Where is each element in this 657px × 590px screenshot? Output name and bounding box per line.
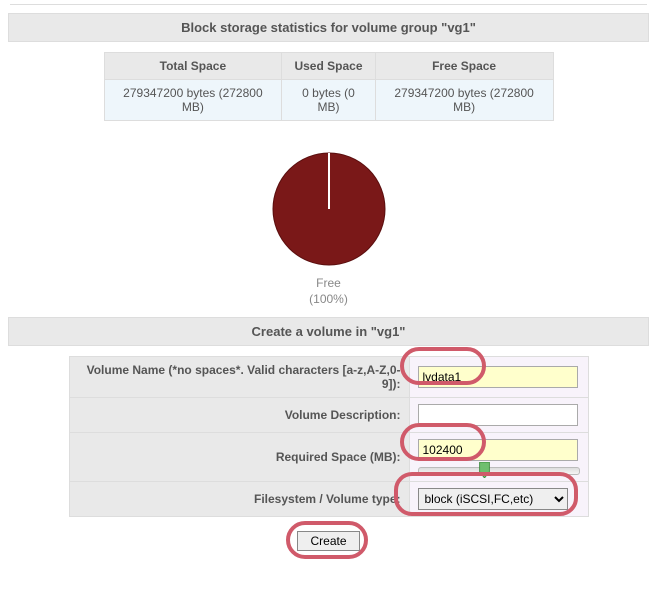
- create-button[interactable]: Create: [297, 531, 359, 551]
- pie-label-pct: (100%): [309, 292, 348, 306]
- pie-label-name: Free: [316, 276, 341, 290]
- stats-title: Block storage statistics for volume grou…: [181, 20, 476, 35]
- label-volume-name: Volume Name (*no spaces*. Valid characte…: [69, 357, 409, 398]
- val-used: 0 bytes (0 MB): [282, 80, 375, 121]
- col-free: Free Space: [375, 53, 553, 80]
- volume-type-select[interactable]: block (iSCSI,FC,etc): [418, 488, 568, 510]
- create-volume-form: Volume Name (*no spaces*. Valid characte…: [69, 356, 589, 517]
- label-volume-type: Filesystem / Volume type:: [69, 482, 409, 517]
- val-free: 279347200 bytes (272800 MB): [375, 80, 553, 121]
- stats-table: Total Space Used Space Free Space 279347…: [104, 52, 554, 121]
- volume-name-input[interactable]: [418, 366, 578, 388]
- table-row: 279347200 bytes (272800 MB) 0 bytes (0 M…: [104, 80, 553, 121]
- form-title-banner: Create a volume in "vg1": [8, 317, 649, 346]
- space-slider[interactable]: [418, 467, 580, 475]
- stats-title-banner: Block storage statistics for volume grou…: [8, 13, 649, 42]
- label-required-space: Required Space (MB):: [69, 433, 409, 482]
- col-used: Used Space: [282, 53, 375, 80]
- form-title: Create a volume in "vg1": [252, 324, 406, 339]
- pie-chart: Free (100%): [0, 149, 657, 307]
- required-space-input[interactable]: [418, 439, 578, 461]
- volume-desc-input[interactable]: [418, 404, 578, 426]
- pie-icon: [269, 149, 389, 269]
- slider-thumb-icon[interactable]: [479, 462, 490, 478]
- val-total: 279347200 bytes (272800 MB): [104, 80, 282, 121]
- label-volume-desc: Volume Description:: [69, 398, 409, 433]
- col-total: Total Space: [104, 53, 282, 80]
